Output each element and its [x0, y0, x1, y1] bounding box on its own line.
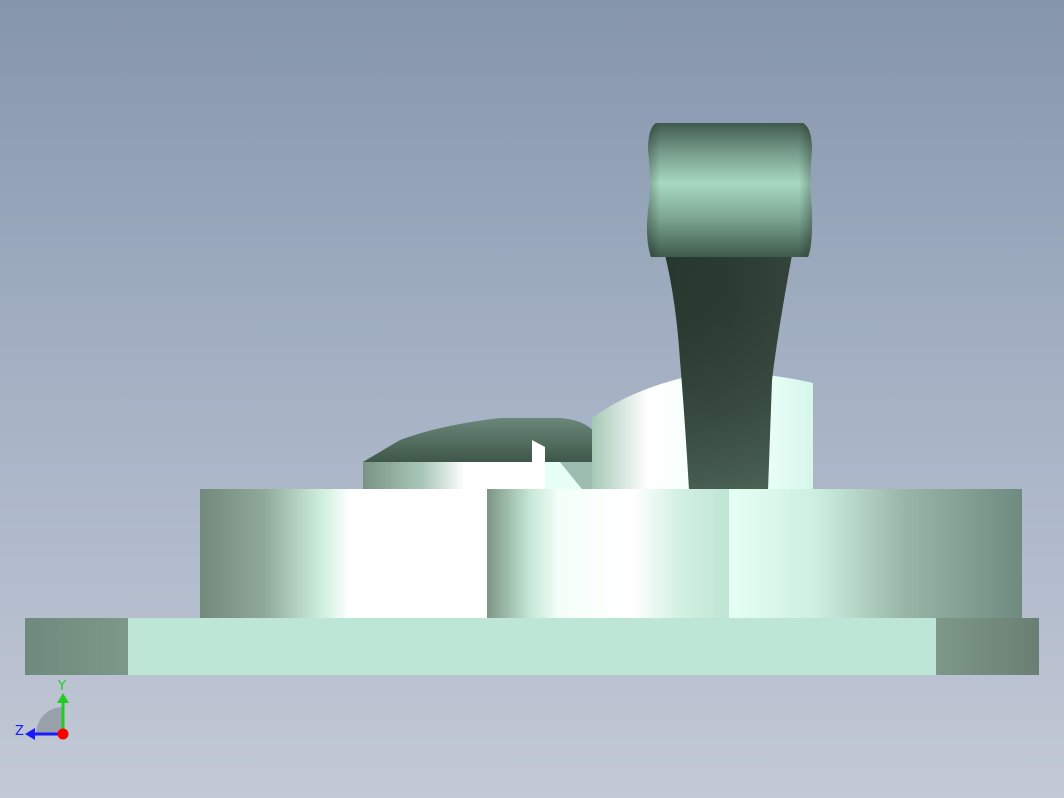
x-axis-dot-icon — [57, 728, 69, 740]
cylinder-middle-section — [487, 489, 729, 618]
y-axis-label: Y — [57, 679, 66, 694]
top-boss-edge-shade — [647, 123, 813, 257]
model-viewport[interactable]: Y Z — [0, 0, 1064, 798]
triad-arc-icon — [36, 707, 63, 734]
cylinder-right-section — [729, 489, 1022, 618]
z-axis-label: Z — [15, 724, 24, 739]
base-plate-front-face — [128, 618, 936, 675]
base-plate — [25, 618, 1039, 675]
left-dome-top — [363, 418, 600, 462]
left-dome-side — [363, 462, 533, 489]
left-dome — [363, 418, 600, 489]
main-cylinder — [200, 489, 1022, 618]
cylinder-left-section — [200, 489, 488, 618]
left-dome-notch — [532, 440, 545, 489]
orientation-triad[interactable]: Y Z — [15, 679, 69, 740]
top-boss — [647, 123, 813, 257]
z-axis-arrow-icon — [25, 728, 35, 740]
base-plate-left-face — [25, 618, 128, 675]
y-axis-arrow-icon — [57, 693, 69, 703]
base-plate-right-face — [936, 618, 1039, 675]
